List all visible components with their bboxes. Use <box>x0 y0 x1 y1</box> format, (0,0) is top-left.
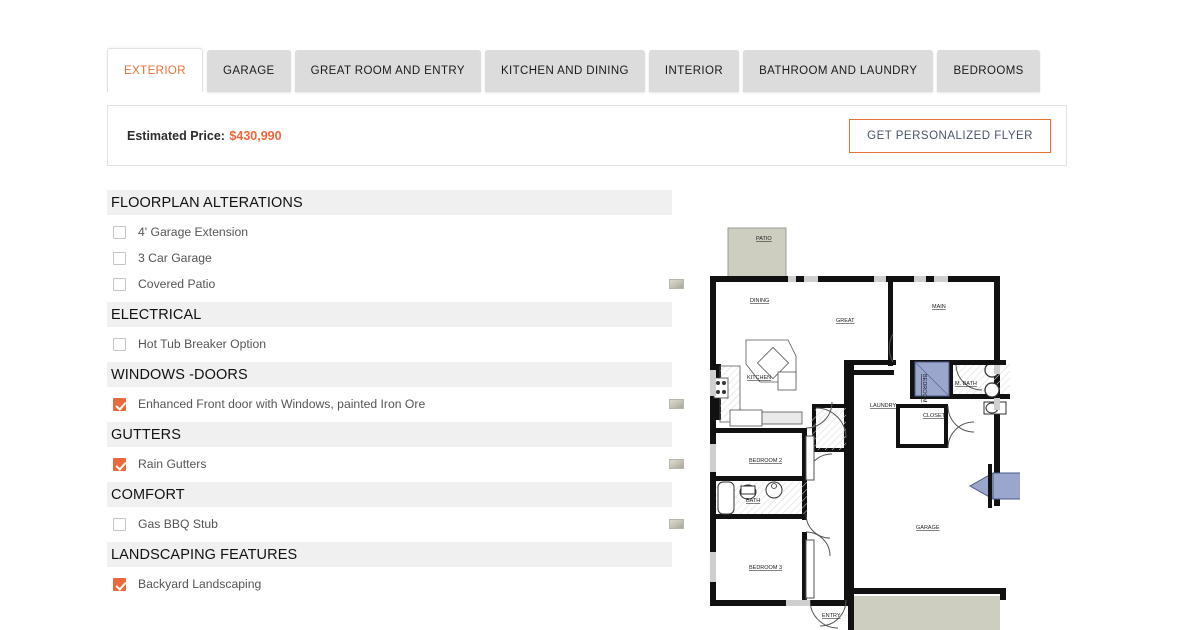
option-thumbnail-icon[interactable] <box>669 279 684 289</box>
option-row[interactable]: 4' Garage Extension <box>107 219 672 245</box>
section-header: LANDSCAPING FEATURES <box>107 542 672 567</box>
option-label: Hot Tub Breaker Option <box>138 337 267 351</box>
tab-garage[interactable]: GARAGE <box>207 50 291 92</box>
estimated-price-label: Estimated Price: <box>127 128 225 143</box>
tab-bedrooms[interactable]: BEDROOMS <box>937 50 1040 92</box>
option-row[interactable]: Covered Patio <box>107 271 684 297</box>
option-label: Gas BBQ Stub <box>138 517 218 531</box>
section-options: Gas BBQ Stub <box>107 507 684 542</box>
estimated-price-group: Estimated Price: $430,990 <box>127 127 282 145</box>
floorplan-room-label: KITCHEN <box>747 375 771 381</box>
option-checkbox[interactable] <box>113 251 126 265</box>
section-options: Hot Tub Breaker Option <box>107 327 672 362</box>
option-label: 3 Car Garage <box>138 251 212 265</box>
tab-interior[interactable]: INTERIOR <box>648 50 740 92</box>
section-options: Rain Gutters <box>107 447 684 482</box>
floorplan-room-label: LAUNDRY <box>870 403 897 409</box>
option-row[interactable]: Rain Gutters <box>107 451 684 477</box>
floorplan-room-label: GARAGE <box>916 525 940 531</box>
section-header: COMFORT <box>107 482 672 507</box>
floorplan-room-label: BEDROOM <box>921 374 927 403</box>
option-checkbox[interactable] <box>113 517 126 531</box>
page-root: EXTERIOR GARAGE GREAT ROOM AND ENTRY KITCHE… <box>0 0 1200 630</box>
section-header: FLOORPLAN ALTERATIONS <box>107 190 672 215</box>
floorplan-room-label: CLOSET <box>923 413 946 419</box>
floorplan-room-label: PATIO <box>756 236 772 242</box>
option-row[interactable]: Hot Tub Breaker Option <box>107 331 672 357</box>
section-options: 4' Garage Extension 3 Car Garage Covered P… <box>107 215 684 302</box>
option-label: 4' Garage Extension <box>138 225 249 239</box>
floorplan-exterior-walls <box>710 276 1006 630</box>
option-label: Rain Gutters <box>138 457 207 471</box>
option-thumbnail-icon[interactable] <box>669 459 684 469</box>
section-header: WINDOWS -DOORS <box>107 362 672 387</box>
option-checkbox[interactable] <box>113 397 126 411</box>
floorplan-image: PATIO DINING GREAT MAIN KITCHEN BEDROOM M. BAT… <box>700 214 1020 630</box>
option-checkbox[interactable] <box>113 225 126 239</box>
option-checkbox[interactable] <box>113 337 126 351</box>
floorplan-room-label: ENTRY <box>822 613 841 619</box>
estimated-price-value: $430,990 <box>229 128 282 143</box>
option-checkbox[interactable] <box>113 577 126 591</box>
section-header: ELECTRICAL <box>107 302 672 327</box>
floorplan-room-label: MAIN <box>932 304 946 310</box>
floorplan-bath-fixtures <box>716 481 808 515</box>
option-thumbnail-icon[interactable] <box>669 399 684 409</box>
estimated-price-panel: Estimated Price: $430,990 GET PERSONALIZ… <box>107 105 1067 166</box>
option-label: Backyard Landscaping <box>138 577 262 591</box>
option-row[interactable]: Enhanced Front door with Windows, painte… <box>107 391 684 417</box>
option-checkbox[interactable] <box>113 457 126 471</box>
option-row[interactable]: Backyard Landscaping <box>107 571 672 597</box>
option-row[interactable]: Gas BBQ Stub <box>107 511 684 537</box>
tab-strip: EXTERIOR GARAGE GREAT ROOM AND ENTRY KITCHE… <box>107 48 1076 92</box>
option-row[interactable]: 3 Car Garage <box>107 245 672 271</box>
floorplan-room-label: DINING <box>750 298 769 304</box>
floorplan-interior-walls <box>714 276 1010 604</box>
get-personalized-flyer-button[interactable]: GET PERSONALIZED FLYER <box>849 118 1051 153</box>
floorplan-room-label: M. BATH <box>955 381 977 387</box>
floorplan-driveway-slab <box>848 596 1000 630</box>
section-header: GUTTERS <box>107 422 672 447</box>
options-list: FLOORPLAN ALTERATIONS 4' Garage Extension… <box>107 190 684 602</box>
section-options: Enhanced Front door with Windows, painte… <box>107 387 684 422</box>
tab-exterior[interactable]: EXTERIOR <box>107 48 203 92</box>
option-thumbnail-icon[interactable] <box>669 519 684 529</box>
option-label: Covered Patio <box>138 277 216 291</box>
tab-kitchen-and-dining[interactable]: KITCHEN AND DINING <box>484 50 645 92</box>
floorplan-windows <box>710 276 1000 606</box>
option-checkbox[interactable] <box>113 277 126 291</box>
tab-bathroom-and-laundry[interactable]: BATHROOM AND LAUNDRY <box>743 50 934 92</box>
floorplan-master-bath-fixtures <box>953 362 1010 415</box>
floorplan-room-label: BEDROOM 2 <box>749 458 782 464</box>
floorplan-room-label: BEDROOM 3 <box>749 565 782 571</box>
floorplan-room-label: GREAT <box>836 318 855 324</box>
floorplan-kitchen-counters <box>713 339 803 427</box>
floorplan-room-label: BATH <box>746 498 760 504</box>
floorplan-room-labels: PATIO DINING GREAT MAIN KITCHEN BEDROOM M. BAT… <box>746 236 977 619</box>
option-label: Enhanced Front door with Windows, painte… <box>138 397 426 411</box>
tab-great-room-and-entry[interactable]: GREAT ROOM AND ENTRY <box>294 50 481 92</box>
section-options: Backyard Landscaping <box>107 567 672 602</box>
